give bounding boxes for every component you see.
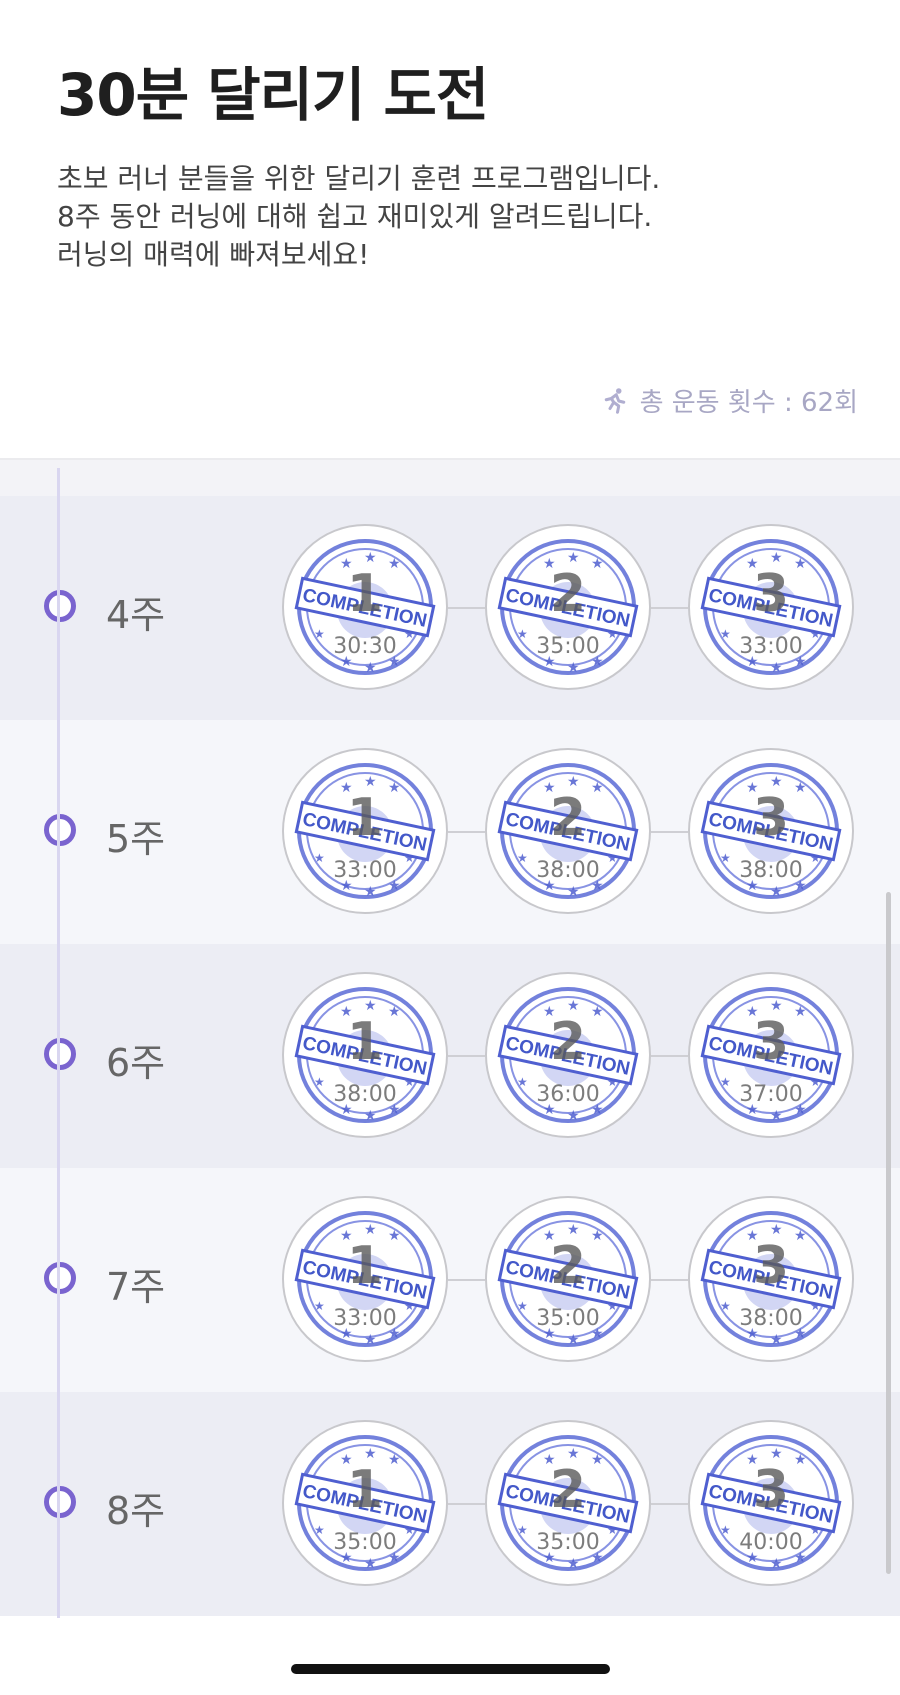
session-time: 35:00 [536,634,600,659]
session-stamp[interactable]: ★ ★ ★ ★ ★ ★ ★ ★ COMPLETION 2 35:00 [485,1196,651,1362]
program-header: 30분 달리기 도전 초보 러너 분들을 위한 달리기 훈련 프로그램입니다. … [0,0,900,458]
session-number: 3 [752,564,790,624]
session-time: 36:00 [536,1082,600,1107]
week-row: 6주 ★ ★ ★ ★ ★ ★ ★ ★ COMPLETION 1 38:00 ★ … [0,944,900,1168]
session-stamp[interactable]: ★ ★ ★ ★ ★ ★ ★ ★ COMPLETION 3 38:00 [688,748,854,914]
timeline-dot [44,814,76,846]
session-connector [448,1503,485,1505]
session-stamp[interactable]: ★ ★ ★ ★ ★ ★ ★ ★ COMPLETION 3 37:00 [688,972,854,1138]
session-number: 1 [346,788,384,848]
session-time: 37:00 [739,1082,803,1107]
program-description: 초보 러너 분들을 위한 달리기 훈련 프로그램입니다. 8주 동안 러닝에 대… [57,160,660,274]
session-number: 2 [549,564,587,624]
total-workouts: 총 운동 횟수 : 62회 [600,382,858,419]
week-label: 6주 [106,1041,166,1085]
svg-text:★: ★ [770,660,783,676]
session-stamp[interactable]: ★ ★ ★ ★ ★ ★ ★ ★ COMPLETION 3 38:00 [688,1196,854,1362]
session-time: 35:00 [536,1530,600,1555]
svg-text:★: ★ [567,660,580,676]
session-stamp[interactable]: ★ ★ ★ ★ ★ ★ ★ ★ COMPLETION 1 33:00 [282,748,448,914]
session-time: 38:00 [739,858,803,883]
timeline-dot [44,590,76,622]
svg-text:★: ★ [364,1556,377,1572]
session-time: 38:00 [536,858,600,883]
svg-text:★: ★ [770,1332,783,1348]
week-label: 7주 [106,1265,166,1309]
session-stamp[interactable]: ★ ★ ★ ★ ★ ★ ★ ★ COMPLETION 2 35:00 [485,524,651,690]
timeline-dot [44,1262,76,1294]
page-title: 30분 달리기 도전 [57,61,489,129]
session-connector [448,1279,485,1281]
session-stamp[interactable]: ★ ★ ★ ★ ★ ★ ★ ★ COMPLETION 1 38:00 [282,972,448,1138]
session-number: 1 [346,1012,384,1072]
session-stamp[interactable]: ★ ★ ★ ★ ★ ★ ★ ★ COMPLETION 3 40:00 [688,1420,854,1586]
svg-text:★: ★ [364,1108,377,1124]
session-time: 35:00 [333,1530,397,1555]
session-stamp[interactable]: ★ ★ ★ ★ ★ ★ ★ ★ COMPLETION 2 38:00 [485,748,651,914]
svg-text:★: ★ [567,884,580,900]
session-time: 38:00 [739,1306,803,1331]
session-number: 3 [752,1012,790,1072]
svg-text:★: ★ [364,884,377,900]
session-number: 3 [752,788,790,848]
svg-text:★: ★ [567,1556,580,1572]
total-workouts-label: 총 운동 횟수 : 62회 [639,388,858,418]
week-row: 7주 ★ ★ ★ ★ ★ ★ ★ ★ COMPLETION 1 33:00 ★ … [0,1168,900,1392]
week-label: 4주 [106,593,166,637]
session-number: 2 [549,1236,587,1296]
session-connector [448,607,485,609]
week-label: 8주 [106,1489,166,1533]
session-connector [651,831,688,833]
session-stamp[interactable]: ★ ★ ★ ★ ★ ★ ★ ★ COMPLETION 1 33:00 [282,1196,448,1362]
svg-text:★: ★ [770,884,783,900]
session-time: 30:30 [333,634,397,659]
description-line: 초보 러너 분들을 위한 달리기 훈련 프로그램입니다. [57,162,661,195]
session-time: 33:00 [739,634,803,659]
svg-text:★: ★ [770,1556,783,1572]
session-number: 2 [549,1460,587,1520]
week-row: 5주 ★ ★ ★ ★ ★ ★ ★ ★ COMPLETION 1 33:00 ★ … [0,720,900,944]
timeline-line [57,468,60,1618]
svg-text:★: ★ [770,1108,783,1124]
session-number: 1 [346,564,384,624]
week-row: 4주 ★ ★ ★ ★ ★ ★ ★ ★ COMPLETION 1 30:30 ★ … [0,496,900,720]
session-stamp[interactable]: ★ ★ ★ ★ ★ ★ ★ ★ COMPLETION 2 36:00 [485,972,651,1138]
session-time: 40:00 [739,1530,803,1555]
session-number: 1 [346,1236,384,1296]
week-label: 5주 [106,817,166,861]
session-connector [651,1279,688,1281]
running-icon [604,387,625,414]
session-connector [651,1055,688,1057]
session-number: 2 [549,1012,587,1072]
week-row: 8주 ★ ★ ★ ★ ★ ★ ★ ★ COMPLETION 1 35:00 ★ … [0,1392,900,1616]
description-line: 8주 동안 러닝에 대해 쉽고 재미있게 알려드립니다. [57,200,653,233]
scrollbar[interactable] [886,892,891,1574]
svg-text:★: ★ [567,1332,580,1348]
session-connector [448,831,485,833]
svg-text:★: ★ [567,1108,580,1124]
session-time: 33:00 [333,858,397,883]
session-connector [651,1503,688,1505]
session-number: 3 [752,1460,790,1520]
svg-text:★: ★ [364,1332,377,1348]
list-top-band [0,458,900,498]
session-time: 38:00 [333,1082,397,1107]
session-number: 3 [752,1236,790,1296]
timeline-dot [44,1038,76,1070]
session-stamp[interactable]: ★ ★ ★ ★ ★ ★ ★ ★ COMPLETION 2 35:00 [485,1420,651,1586]
session-stamp[interactable]: ★ ★ ★ ★ ★ ★ ★ ★ COMPLETION 3 33:00 [688,524,854,690]
session-number: 2 [549,788,587,848]
session-stamp[interactable]: ★ ★ ★ ★ ★ ★ ★ ★ COMPLETION 1 35:00 [282,1420,448,1586]
description-line: 러닝의 매력에 빠져보세요! [57,238,370,271]
session-connector [448,1055,485,1057]
session-number: 1 [346,1460,384,1520]
session-connector [651,607,688,609]
session-stamp[interactable]: ★ ★ ★ ★ ★ ★ ★ ★ COMPLETION 1 30:30 [282,524,448,690]
timeline-dot [44,1486,76,1518]
session-time: 35:00 [536,1306,600,1331]
svg-text:★: ★ [364,660,377,676]
session-time: 33:00 [333,1306,397,1331]
home-indicator[interactable] [291,1664,610,1674]
